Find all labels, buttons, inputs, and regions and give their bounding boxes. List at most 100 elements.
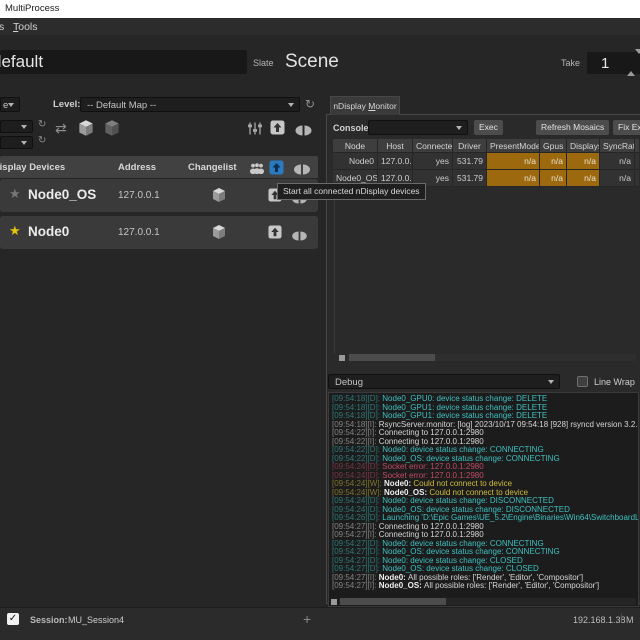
chevron-down-icon bbox=[456, 125, 462, 130]
level-value: -- Default Map -- bbox=[87, 100, 157, 111]
line-wrap-checkbox[interactable] bbox=[577, 376, 588, 387]
table-cell: 127.0.0.1 bbox=[378, 153, 413, 170]
ip-address: 192.168.1.38 bbox=[573, 615, 626, 625]
table-cell: n/a bbox=[487, 153, 540, 170]
chevron-down-icon bbox=[8, 102, 14, 107]
table-cell bbox=[635, 153, 639, 170]
refresh-mosaics-button[interactable]: Refresh Mosaics bbox=[536, 120, 610, 135]
scrollbar-thumb[interactable] bbox=[349, 354, 435, 361]
table-cell: n/a bbox=[540, 170, 567, 187]
connect-device-icon[interactable] bbox=[292, 228, 307, 246]
console-label: Console: bbox=[333, 123, 372, 133]
table-cell: 531.79 bbox=[453, 153, 487, 170]
refresh-icon[interactable]: ↻ bbox=[38, 135, 46, 146]
switchboard-window: MultiProcess s Tools default Slate Scene… bbox=[0, 0, 640, 640]
monitor-table-header: NodeHostConnectedDriverPresentModeGpusDi… bbox=[333, 139, 639, 153]
log-level-dropdown[interactable]: Debug bbox=[328, 374, 560, 389]
table-cell: n/a bbox=[600, 153, 635, 170]
slate-value: default bbox=[0, 52, 44, 71]
device-address: 127.0.0.1 bbox=[118, 227, 160, 238]
spin-up-icon[interactable] bbox=[627, 54, 635, 76]
scrollbar-corner[interactable] bbox=[339, 355, 345, 361]
refresh-icon[interactable]: ↻ bbox=[38, 119, 46, 130]
config-dropdown-1[interactable] bbox=[0, 120, 33, 133]
table-cell: Node0 bbox=[333, 153, 378, 170]
add-session-icon[interactable]: + bbox=[303, 611, 311, 627]
connect-all-icon[interactable] bbox=[295, 123, 312, 141]
slate-label: Slate bbox=[253, 58, 274, 68]
column-header: Connected bbox=[413, 139, 453, 153]
console-dropdown[interactable] bbox=[368, 120, 468, 135]
start-device-icon[interactable] bbox=[268, 225, 282, 244]
session-value: MU_Session4 bbox=[68, 615, 125, 625]
start-all-devices-icon[interactable] bbox=[269, 160, 284, 178]
take-spinner-arrows[interactable] bbox=[627, 49, 640, 76]
table-cell: n/a bbox=[567, 153, 600, 170]
table-cell: yes bbox=[413, 153, 453, 170]
take-spinner[interactable]: 1 bbox=[587, 49, 640, 76]
table-cell: n/a bbox=[540, 153, 567, 170]
changelist-package-icon[interactable] bbox=[210, 187, 228, 208]
log-output: [09:54:18][D]: Node0_GPU0: device status… bbox=[328, 392, 639, 607]
package-sync-icon[interactable] bbox=[76, 119, 96, 142]
mini-dropdown[interactable]: e bbox=[0, 97, 20, 112]
level-label: Level: bbox=[53, 99, 81, 110]
column-header: Displays bbox=[567, 139, 600, 153]
log-level-value: Debug bbox=[335, 377, 363, 388]
level-dropdown[interactable]: -- Default Map -- bbox=[80, 97, 300, 112]
column-header: PresentMode bbox=[487, 139, 540, 153]
connect-all-devices-icon[interactable] bbox=[294, 162, 310, 178]
column-header: Gpus bbox=[540, 139, 567, 153]
device-row[interactable]: ★ Node0 127.0.0.1 bbox=[0, 216, 318, 249]
status-divider: | bbox=[620, 613, 623, 624]
device-row[interactable]: ★ Node0_OS 127.0.0.1 bbox=[0, 179, 318, 212]
take-value: 1 bbox=[601, 55, 610, 72]
title-bar: MultiProcess bbox=[0, 0, 640, 18]
sync-swap-icon[interactable]: ⇄ bbox=[55, 121, 67, 137]
table-cell bbox=[635, 170, 639, 187]
slate-input[interactable]: default bbox=[0, 50, 247, 74]
session-checkbox[interactable]: ✓ bbox=[7, 613, 19, 625]
window-title: MultiProcess bbox=[5, 3, 60, 14]
favorite-star-icon[interactable]: ★ bbox=[9, 224, 21, 239]
device-table-header: nDisplay Devices Address Changelist bbox=[0, 156, 318, 178]
address-column-header: Address bbox=[118, 162, 157, 173]
session-label: Session: bbox=[30, 615, 68, 625]
changelist-column-header: Changelist bbox=[188, 162, 237, 173]
favorite-star-icon[interactable]: ★ bbox=[9, 187, 21, 202]
column-header: Node bbox=[333, 139, 378, 153]
chevron-down-icon bbox=[288, 102, 294, 107]
menu-item-partial[interactable]: s bbox=[0, 21, 4, 33]
table-cell: n/a bbox=[600, 170, 635, 187]
log-scrollbar-corner[interactable] bbox=[331, 599, 337, 605]
people-group-icon[interactable] bbox=[249, 162, 265, 178]
chevron-down-icon bbox=[21, 140, 27, 145]
package-sync-disabled-icon[interactable] bbox=[102, 119, 122, 142]
monitor-table-row[interactable]: Node0 127.0.0.1 yes 531.79 n/a n/a n/a n/a bbox=[333, 153, 639, 170]
menu-bar: s Tools bbox=[0, 18, 640, 35]
chevron-down-icon bbox=[21, 124, 27, 129]
status-partial-text: M bbox=[626, 615, 634, 625]
table-left-border bbox=[334, 187, 335, 354]
start-all-icon[interactable] bbox=[270, 120, 285, 140]
config-dropdown-2[interactable] bbox=[0, 136, 33, 149]
fix-exeflags-button[interactable]: Fix ExeFlags bbox=[613, 120, 640, 135]
menu-item-tools[interactable]: Tools bbox=[13, 21, 38, 33]
spin-down-icon[interactable] bbox=[635, 49, 640, 71]
devices-column-header: nDisplay Devices bbox=[0, 162, 66, 173]
chevron-down-icon bbox=[548, 379, 554, 384]
device-address: 127.0.0.1 bbox=[118, 190, 160, 201]
status-bar: ✓ Session: MU_Session4 + 192.168.1.38 | … bbox=[0, 607, 640, 640]
line-wrap-label: Line Wrap bbox=[594, 377, 635, 387]
exec-button[interactable]: Exec bbox=[474, 120, 503, 135]
device-name: Node0 bbox=[28, 224, 70, 239]
take-label: Take bbox=[561, 58, 581, 68]
refresh-levels-icon[interactable]: ↻ bbox=[305, 97, 315, 111]
tab-ndisplay-monitor[interactable]: nDisplay Monitor bbox=[330, 96, 400, 115]
column-header: Host bbox=[378, 139, 413, 153]
changelist-package-icon[interactable] bbox=[210, 224, 228, 245]
settings-sliders-icon[interactable] bbox=[247, 121, 263, 141]
log-line: [09:54:27][I]: Node0_OS: All possible ro… bbox=[332, 581, 600, 590]
log-scrollbar-thumb[interactable] bbox=[340, 598, 446, 605]
table-cell: n/a bbox=[567, 170, 600, 187]
